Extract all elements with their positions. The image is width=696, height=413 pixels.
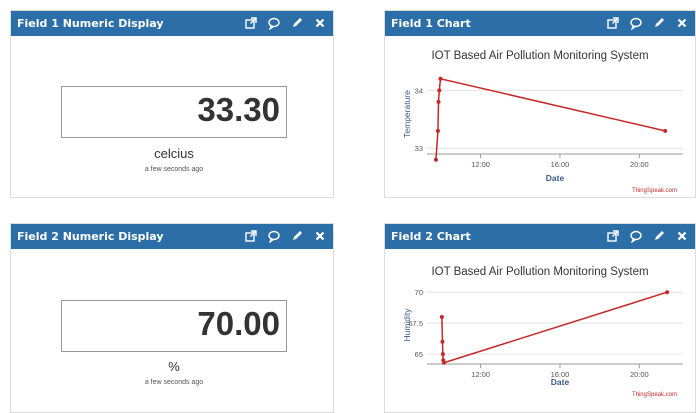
comment-icon[interactable] bbox=[267, 229, 281, 243]
y-tick-label: 65 bbox=[415, 350, 423, 359]
y-tick-label: 70 bbox=[415, 288, 423, 297]
pencil-icon[interactable] bbox=[290, 16, 304, 30]
data-point bbox=[433, 157, 438, 162]
data-point bbox=[437, 88, 442, 93]
field1-chart: IOT Based Air Pollution Monitoring Syste… bbox=[402, 50, 683, 194]
external-link-icon[interactable] bbox=[244, 16, 258, 30]
field1-chart-header: Field 1 Chart bbox=[385, 11, 695, 36]
external-link-icon[interactable] bbox=[606, 16, 620, 30]
comment-icon[interactable] bbox=[629, 229, 643, 243]
pencil-icon[interactable] bbox=[652, 229, 666, 243]
widget-toolbar bbox=[606, 16, 689, 30]
field1-display-header: Field 1 Numeric Display bbox=[11, 11, 333, 36]
field1-value: 33.30 bbox=[197, 91, 280, 128]
data-point bbox=[440, 352, 445, 357]
chart-title: IOT Based Air Pollution Monitoring Syste… bbox=[431, 266, 648, 278]
x-tick-label: 12:00 bbox=[471, 160, 490, 169]
field1-display-widget: Field 1 Numeric Display 33.30 celcius a … bbox=[10, 10, 334, 198]
field2-value: 70.00 bbox=[197, 305, 280, 342]
chart-credit: ThingSpeak.com bbox=[632, 188, 677, 194]
series-line bbox=[435, 77, 666, 160]
chart-title: IOT Based Air Pollution Monitoring Syste… bbox=[431, 50, 648, 62]
close-icon[interactable] bbox=[313, 229, 327, 243]
field1-chart-widget: Field 1 Chart IOT Based Air Pollution Mo… bbox=[384, 10, 696, 198]
close-icon[interactable] bbox=[675, 16, 689, 30]
data-point bbox=[439, 314, 444, 319]
comment-icon[interactable] bbox=[267, 16, 281, 30]
widget-toolbar bbox=[606, 229, 689, 243]
y-tick-label: 33 bbox=[415, 144, 423, 153]
data-point bbox=[441, 360, 446, 365]
widget-title: Field 2 Chart bbox=[391, 230, 471, 243]
widget-toolbar bbox=[244, 16, 327, 30]
field2-value-box: 70.00 bbox=[61, 300, 287, 352]
close-icon[interactable] bbox=[313, 16, 327, 30]
x-tick-label: 20:00 bbox=[630, 370, 649, 379]
widget-title: Field 1 Numeric Display bbox=[17, 17, 164, 30]
widget-toolbar bbox=[244, 229, 327, 243]
data-point bbox=[665, 290, 670, 295]
data-point bbox=[435, 128, 440, 133]
field2-timestamp: a few seconds ago bbox=[144, 379, 204, 386]
x-tick-label: 20:00 bbox=[630, 160, 649, 169]
field1-timestamp: a few seconds ago bbox=[144, 166, 204, 173]
field2-display-header: Field 2 Numeric Display bbox=[11, 224, 333, 249]
external-link-icon[interactable] bbox=[606, 229, 620, 243]
x-axis-label: Date bbox=[546, 173, 565, 183]
series-line bbox=[441, 291, 668, 364]
y-tick-label: 34 bbox=[415, 86, 423, 95]
field2-unit: % bbox=[168, 359, 180, 374]
y-axis-label: Temperature bbox=[402, 90, 412, 138]
x-tick-label: 16:00 bbox=[551, 160, 570, 169]
data-point bbox=[663, 128, 668, 133]
field1-value-box: 33.30 bbox=[61, 86, 287, 138]
field2-display-widget: Field 2 Numeric Display 70.00 % a few se… bbox=[10, 223, 334, 413]
comment-icon[interactable] bbox=[629, 16, 643, 30]
field2-chart: IOT Based Air Pollution Monitoring Syste… bbox=[402, 266, 683, 398]
widget-title: Field 2 Numeric Display bbox=[17, 230, 164, 243]
field1-unit: celcius bbox=[154, 146, 194, 161]
field2-chart-widget: Field 2 Chart IOT Based Air Pollution Mo… bbox=[384, 223, 696, 413]
widget-title: Field 1 Chart bbox=[391, 17, 471, 30]
chart-credit: ThingSpeak.com bbox=[632, 392, 677, 398]
x-tick-label: 12:00 bbox=[471, 370, 490, 379]
y-tick-label: 67.5 bbox=[408, 319, 423, 328]
external-link-icon[interactable] bbox=[244, 229, 258, 243]
field2-chart-header: Field 2 Chart bbox=[385, 224, 695, 249]
data-point bbox=[438, 76, 443, 81]
pencil-icon[interactable] bbox=[290, 229, 304, 243]
close-icon[interactable] bbox=[675, 229, 689, 243]
data-point bbox=[436, 99, 441, 104]
x-tick-label: 16:00 bbox=[551, 370, 570, 379]
pencil-icon[interactable] bbox=[652, 16, 666, 30]
data-point bbox=[440, 339, 445, 344]
